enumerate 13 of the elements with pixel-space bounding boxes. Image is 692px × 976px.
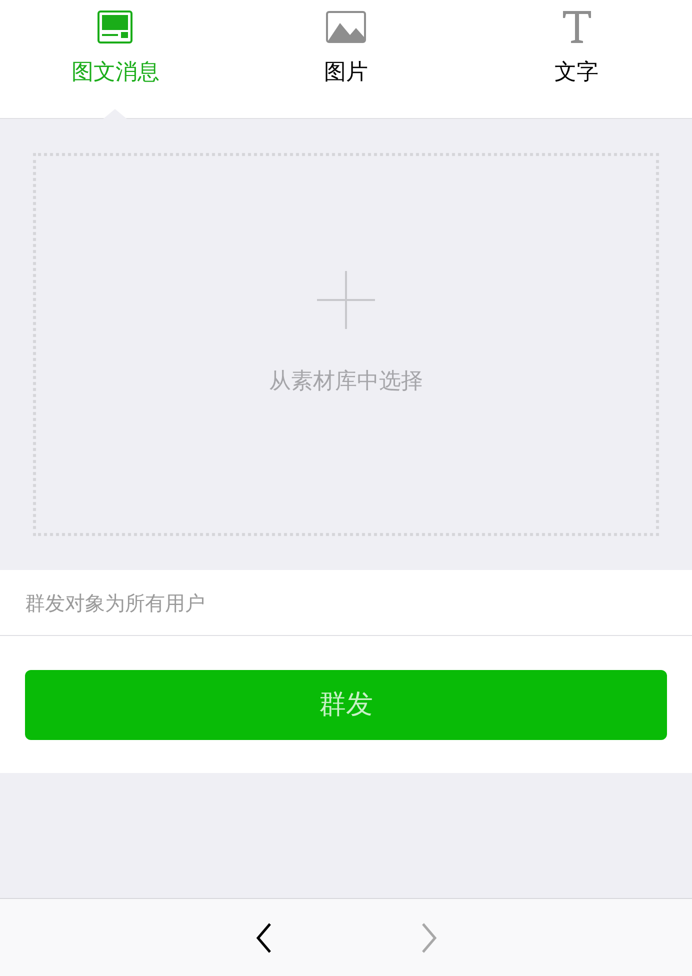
text-icon — [562, 10, 592, 44]
tab[interactable]: 图文消息 — [0, 0, 231, 118]
selection-pointer — [103, 109, 128, 119]
article-icon — [97, 10, 134, 44]
image-icon — [326, 11, 366, 43]
tab[interactable]: 文字 — [461, 0, 692, 118]
send-button[interactable]: 群发 — [25, 670, 667, 740]
tab[interactable]: 图片 — [230, 0, 462, 118]
chevron-right-icon — [420, 922, 436, 952]
plus-icon — [317, 271, 375, 329]
material-picker[interactable]: 从素材库中选择 — [33, 153, 659, 536]
audience-label: 群发对象为所有用户 — [25, 590, 205, 616]
chevron-left-icon — [256, 922, 272, 952]
